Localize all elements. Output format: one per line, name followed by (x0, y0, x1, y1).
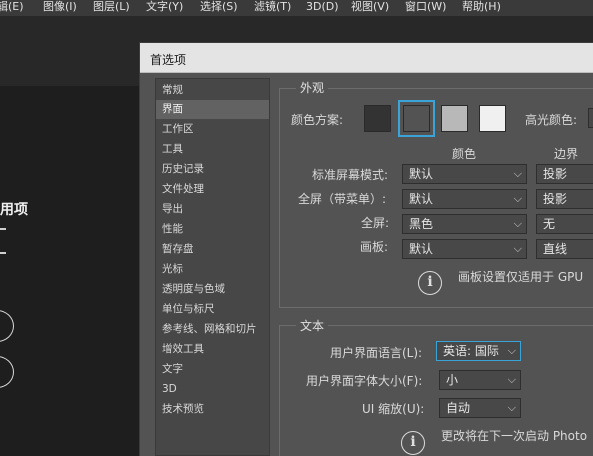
home-circle-button[interactable] (0, 356, 14, 388)
category-cursors[interactable]: 光标 (156, 260, 269, 279)
ui-scaling-label: UI 缩放(U): (362, 402, 425, 416)
chevron-down-icon: ⌵ (507, 401, 516, 414)
standard-screen-border-value: 投影 (543, 167, 568, 181)
info-icon: i (418, 271, 442, 295)
color-theme-label: 颜色方案: (291, 113, 344, 127)
dialog-title: 首选项 (150, 53, 187, 67)
highlight-color-label: 高光颜色: (525, 113, 578, 127)
home-title: 用项 (0, 202, 28, 218)
home-text-fragment (0, 228, 6, 230)
menu-layer[interactable]: 图层(L) (93, 0, 130, 14)
artboard-label: 画板: (360, 240, 389, 254)
col-color-header: 颜色 (452, 147, 477, 161)
ui-language-value: 英语: 国际 (443, 344, 499, 358)
fullscreen-label: 全屏: (361, 216, 390, 230)
category-type[interactable]: 文字 (156, 360, 269, 379)
menu-view[interactable]: 视图(V) (351, 0, 389, 14)
artboard-border-select[interactable]: 直线 (536, 239, 593, 259)
standard-screen-border-select[interactable]: 投影 (536, 164, 593, 184)
info-icon: i (401, 431, 425, 455)
category-general[interactable]: 常规 (156, 81, 269, 100)
chevron-down-icon: ⌵ (513, 242, 522, 255)
fullscreen-menu-label: 全屏（带菜单）: (298, 192, 387, 206)
category-plugins[interactable]: 增效工具 (156, 340, 269, 359)
fullscreen-border-select[interactable]: 无 (536, 214, 593, 234)
category-units-rulers[interactable]: 单位与标尺 (156, 300, 269, 319)
menu-3d[interactable]: 3D(D) (306, 0, 339, 14)
menu-image[interactable]: 图像(I) (43, 0, 77, 14)
theme-swatch-darkest[interactable] (364, 105, 391, 132)
artboard-color-select[interactable]: 默认 ⌵ (402, 239, 527, 259)
ui-language-label: 用户界面语言(L): (330, 346, 423, 360)
category-file-handling[interactable]: 文件处理 (156, 180, 269, 199)
text-legend: 文本 (296, 317, 329, 334)
category-tools[interactable]: 工具 (156, 140, 269, 159)
theme-swatch-medium-light[interactable] (441, 105, 468, 132)
ui-language-select[interactable]: 英语: 国际 ⌵ (436, 341, 521, 361)
highlight-color-select[interactable] (588, 108, 593, 128)
fullscreen-menu-border-value: 投影 (543, 192, 568, 206)
category-list: 常规 界面 工作区 工具 历史记录 文件处理 导出 性能 暂存盘 光标 透明度与… (155, 78, 270, 456)
fullscreen-color-value: 黑色 (409, 217, 434, 231)
ui-scaling-value: 自动 (446, 401, 471, 415)
artboard-color-value: 默认 (409, 242, 434, 256)
ui-font-size-label: 用户界面字体大小(F): (306, 374, 423, 388)
artboard-gpu-note: 画板设置仅适用于 GPU (458, 270, 584, 284)
menu-help[interactable]: 帮助(H) (462, 0, 501, 14)
menu-type[interactable]: 文字(Y) (146, 0, 183, 14)
category-scratch-disks[interactable]: 暂存盘 (156, 240, 269, 259)
category-export[interactable]: 导出 (156, 200, 269, 219)
chevron-down-icon: ⌵ (507, 344, 516, 357)
standard-screen-color-select[interactable]: 默认 ⌵ (402, 164, 527, 184)
ui-scaling-select[interactable]: 自动 ⌵ (439, 398, 521, 418)
category-history[interactable]: 历史记录 (156, 160, 269, 179)
chevron-down-icon: ⌵ (513, 167, 522, 180)
menu-bar: 辑(E) 图像(I) 图层(L) 文字(Y) 选择(S) 滤镜(T) 3D(D)… (0, 0, 593, 16)
theme-swatch-medium-dark[interactable] (403, 105, 430, 132)
restart-note: 更改将在下一次启动 Photo (441, 429, 588, 443)
artboard-border-value: 直线 (543, 242, 568, 256)
standard-screen-color-value: 默认 (409, 167, 434, 181)
chevron-down-icon: ⌵ (513, 192, 522, 205)
home-panel: 用项 (0, 86, 140, 456)
menu-edit[interactable]: 辑(E) (0, 0, 24, 14)
home-circle-button[interactable] (0, 310, 14, 342)
home-text-fragment (0, 252, 6, 254)
chevron-down-icon: ⌵ (507, 373, 516, 386)
category-3d[interactable]: 3D (156, 380, 269, 399)
theme-swatch-lightest[interactable] (479, 105, 506, 132)
menu-select[interactable]: 选择(S) (200, 0, 238, 14)
chevron-down-icon: ⌵ (513, 217, 522, 230)
ui-font-size-select[interactable]: 小 ⌵ (439, 370, 521, 390)
appearance-legend: 外观 (296, 79, 329, 96)
standard-screen-label: 标准屏幕模式: (312, 168, 389, 182)
category-performance[interactable]: 性能 (156, 220, 269, 239)
category-transparency[interactable]: 透明度与色域 (156, 280, 269, 299)
category-tech-preview[interactable]: 技术预览 (156, 400, 269, 419)
menu-window[interactable]: 窗口(W) (405, 0, 446, 14)
fullscreen-menu-border-select[interactable]: 投影 (536, 189, 593, 209)
ui-font-size-value: 小 (446, 373, 459, 387)
category-workspace[interactable]: 工作区 (156, 120, 269, 139)
fullscreen-menu-color-value: 默认 (409, 192, 434, 206)
col-border-header: 边界 (554, 147, 579, 161)
menu-filter[interactable]: 滤镜(T) (254, 0, 291, 14)
fullscreen-color-select[interactable]: 黑色 ⌵ (402, 214, 527, 234)
category-guides-grid[interactable]: 参考线、网格和切片 (156, 320, 269, 339)
fullscreen-border-value: 无 (543, 217, 556, 231)
fullscreen-menu-color-select[interactable]: 默认 ⌵ (402, 189, 527, 209)
dialog-titlebar[interactable]: 首选项 (140, 43, 593, 73)
category-interface[interactable]: 界面 (156, 100, 269, 119)
